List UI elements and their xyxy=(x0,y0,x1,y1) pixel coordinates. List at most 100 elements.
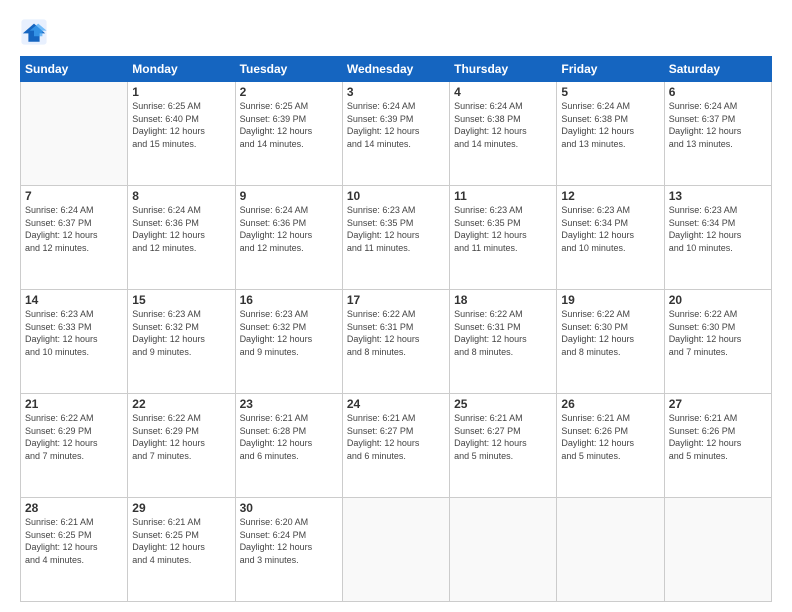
calendar-day: 8Sunrise: 6:24 AM Sunset: 6:36 PM Daylig… xyxy=(128,186,235,290)
day-info: Sunrise: 6:23 AM Sunset: 6:33 PM Dayligh… xyxy=(25,308,123,358)
calendar-day: 21Sunrise: 6:22 AM Sunset: 6:29 PM Dayli… xyxy=(21,394,128,498)
day-info: Sunrise: 6:22 AM Sunset: 6:29 PM Dayligh… xyxy=(25,412,123,462)
calendar-header-saturday: Saturday xyxy=(664,57,771,82)
calendar-week-2: 7Sunrise: 6:24 AM Sunset: 6:37 PM Daylig… xyxy=(21,186,772,290)
calendar-week-1: 1Sunrise: 6:25 AM Sunset: 6:40 PM Daylig… xyxy=(21,82,772,186)
day-number: 18 xyxy=(454,293,552,307)
day-info: Sunrise: 6:23 AM Sunset: 6:35 PM Dayligh… xyxy=(347,204,445,254)
day-info: Sunrise: 6:22 AM Sunset: 6:29 PM Dayligh… xyxy=(132,412,230,462)
day-number: 23 xyxy=(240,397,338,411)
calendar-day: 2Sunrise: 6:25 AM Sunset: 6:39 PM Daylig… xyxy=(235,82,342,186)
day-info: Sunrise: 6:25 AM Sunset: 6:40 PM Dayligh… xyxy=(132,100,230,150)
day-number: 7 xyxy=(25,189,123,203)
calendar-table: SundayMondayTuesdayWednesdayThursdayFrid… xyxy=(20,56,772,602)
day-info: Sunrise: 6:21 AM Sunset: 6:26 PM Dayligh… xyxy=(561,412,659,462)
calendar-day: 23Sunrise: 6:21 AM Sunset: 6:28 PM Dayli… xyxy=(235,394,342,498)
header xyxy=(20,18,772,46)
calendar-header-row: SundayMondayTuesdayWednesdayThursdayFrid… xyxy=(21,57,772,82)
day-info: Sunrise: 6:21 AM Sunset: 6:28 PM Dayligh… xyxy=(240,412,338,462)
day-number: 21 xyxy=(25,397,123,411)
day-info: Sunrise: 6:21 AM Sunset: 6:27 PM Dayligh… xyxy=(454,412,552,462)
day-number: 12 xyxy=(561,189,659,203)
calendar-day: 7Sunrise: 6:24 AM Sunset: 6:37 PM Daylig… xyxy=(21,186,128,290)
calendar-day: 27Sunrise: 6:21 AM Sunset: 6:26 PM Dayli… xyxy=(664,394,771,498)
calendar-header-monday: Monday xyxy=(128,57,235,82)
calendar-day: 16Sunrise: 6:23 AM Sunset: 6:32 PM Dayli… xyxy=(235,290,342,394)
day-number: 9 xyxy=(240,189,338,203)
calendar-header-friday: Friday xyxy=(557,57,664,82)
day-info: Sunrise: 6:21 AM Sunset: 6:27 PM Dayligh… xyxy=(347,412,445,462)
day-info: Sunrise: 6:24 AM Sunset: 6:37 PM Dayligh… xyxy=(25,204,123,254)
day-number: 1 xyxy=(132,85,230,99)
day-info: Sunrise: 6:23 AM Sunset: 6:32 PM Dayligh… xyxy=(240,308,338,358)
day-number: 28 xyxy=(25,501,123,515)
day-info: Sunrise: 6:21 AM Sunset: 6:26 PM Dayligh… xyxy=(669,412,767,462)
day-info: Sunrise: 6:22 AM Sunset: 6:30 PM Dayligh… xyxy=(669,308,767,358)
calendar-day xyxy=(557,498,664,602)
day-info: Sunrise: 6:23 AM Sunset: 6:32 PM Dayligh… xyxy=(132,308,230,358)
day-number: 25 xyxy=(454,397,552,411)
calendar-day: 11Sunrise: 6:23 AM Sunset: 6:35 PM Dayli… xyxy=(450,186,557,290)
day-info: Sunrise: 6:24 AM Sunset: 6:36 PM Dayligh… xyxy=(132,204,230,254)
logo xyxy=(20,18,52,46)
day-number: 27 xyxy=(669,397,767,411)
day-number: 5 xyxy=(561,85,659,99)
logo-icon xyxy=(20,18,48,46)
day-number: 4 xyxy=(454,85,552,99)
calendar-day: 28Sunrise: 6:21 AM Sunset: 6:25 PM Dayli… xyxy=(21,498,128,602)
day-info: Sunrise: 6:22 AM Sunset: 6:30 PM Dayligh… xyxy=(561,308,659,358)
day-number: 13 xyxy=(669,189,767,203)
day-number: 29 xyxy=(132,501,230,515)
day-number: 20 xyxy=(669,293,767,307)
day-info: Sunrise: 6:24 AM Sunset: 6:38 PM Dayligh… xyxy=(561,100,659,150)
day-number: 17 xyxy=(347,293,445,307)
calendar-day: 10Sunrise: 6:23 AM Sunset: 6:35 PM Dayli… xyxy=(342,186,449,290)
page: SundayMondayTuesdayWednesdayThursdayFrid… xyxy=(0,0,792,612)
day-number: 22 xyxy=(132,397,230,411)
day-number: 15 xyxy=(132,293,230,307)
day-number: 10 xyxy=(347,189,445,203)
calendar-day: 30Sunrise: 6:20 AM Sunset: 6:24 PM Dayli… xyxy=(235,498,342,602)
day-info: Sunrise: 6:22 AM Sunset: 6:31 PM Dayligh… xyxy=(347,308,445,358)
calendar-header-sunday: Sunday xyxy=(21,57,128,82)
calendar-header-thursday: Thursday xyxy=(450,57,557,82)
day-info: Sunrise: 6:24 AM Sunset: 6:38 PM Dayligh… xyxy=(454,100,552,150)
calendar-day: 19Sunrise: 6:22 AM Sunset: 6:30 PM Dayli… xyxy=(557,290,664,394)
day-info: Sunrise: 6:24 AM Sunset: 6:36 PM Dayligh… xyxy=(240,204,338,254)
calendar-day: 26Sunrise: 6:21 AM Sunset: 6:26 PM Dayli… xyxy=(557,394,664,498)
calendar-day: 14Sunrise: 6:23 AM Sunset: 6:33 PM Dayli… xyxy=(21,290,128,394)
calendar-day: 22Sunrise: 6:22 AM Sunset: 6:29 PM Dayli… xyxy=(128,394,235,498)
day-info: Sunrise: 6:22 AM Sunset: 6:31 PM Dayligh… xyxy=(454,308,552,358)
day-number: 26 xyxy=(561,397,659,411)
calendar-week-4: 21Sunrise: 6:22 AM Sunset: 6:29 PM Dayli… xyxy=(21,394,772,498)
day-info: Sunrise: 6:24 AM Sunset: 6:39 PM Dayligh… xyxy=(347,100,445,150)
day-number: 11 xyxy=(454,189,552,203)
calendar-day: 4Sunrise: 6:24 AM Sunset: 6:38 PM Daylig… xyxy=(450,82,557,186)
calendar-day: 20Sunrise: 6:22 AM Sunset: 6:30 PM Dayli… xyxy=(664,290,771,394)
calendar-week-5: 28 Sunrise: 6:21 AM Sunset: 6:25 PM Dayli… xyxy=(21,498,772,602)
calendar-day: 6Sunrise: 6:24 AM Sunset: 6:37 PM Daylig… xyxy=(664,82,771,186)
calendar-day xyxy=(664,498,771,602)
day-info: Sunrise: 6:21 AM Sunset: 6:25 PM Dayligh… xyxy=(132,516,230,566)
calendar-day: 5Sunrise: 6:24 AM Sunset: 6:38 PM Daylig… xyxy=(557,82,664,186)
calendar-day: 12Sunrise: 6:23 AM Sunset: 6:34 PM Dayli… xyxy=(557,186,664,290)
day-info: Sunrise: 6:23 AM Sunset: 6:34 PM Dayligh… xyxy=(561,204,659,254)
calendar-day: 25Sunrise: 6:21 AM Sunset: 6:27 PM Dayli… xyxy=(450,394,557,498)
day-number: 19 xyxy=(561,293,659,307)
calendar-day: 24Sunrise: 6:21 AM Sunset: 6:27 PM Dayli… xyxy=(342,394,449,498)
calendar-day: 9Sunrise: 6:24 AM Sunset: 6:36 PM Daylig… xyxy=(235,186,342,290)
calendar-day xyxy=(342,498,449,602)
day-info: Sunrise: 6:23 AM Sunset: 6:34 PM Dayligh… xyxy=(669,204,767,254)
calendar-day: 13Sunrise: 6:23 AM Sunset: 6:34 PM Dayli… xyxy=(664,186,771,290)
day-info: Sunrise: 6:24 AM Sunset: 6:37 PM Dayligh… xyxy=(669,100,767,150)
day-number: 3 xyxy=(347,85,445,99)
day-info: Sunrise: 6:25 AM Sunset: 6:39 PM Dayligh… xyxy=(240,100,338,150)
calendar-day xyxy=(450,498,557,602)
calendar-day: 15Sunrise: 6:23 AM Sunset: 6:32 PM Dayli… xyxy=(128,290,235,394)
day-number: 16 xyxy=(240,293,338,307)
calendar-day: 29Sunrise: 6:21 AM Sunset: 6:25 PM Dayli… xyxy=(128,498,235,602)
calendar-header-wednesday: Wednesday xyxy=(342,57,449,82)
calendar-day: 18Sunrise: 6:22 AM Sunset: 6:31 PM Dayli… xyxy=(450,290,557,394)
day-number: 30 xyxy=(240,501,338,515)
calendar-day xyxy=(21,82,128,186)
